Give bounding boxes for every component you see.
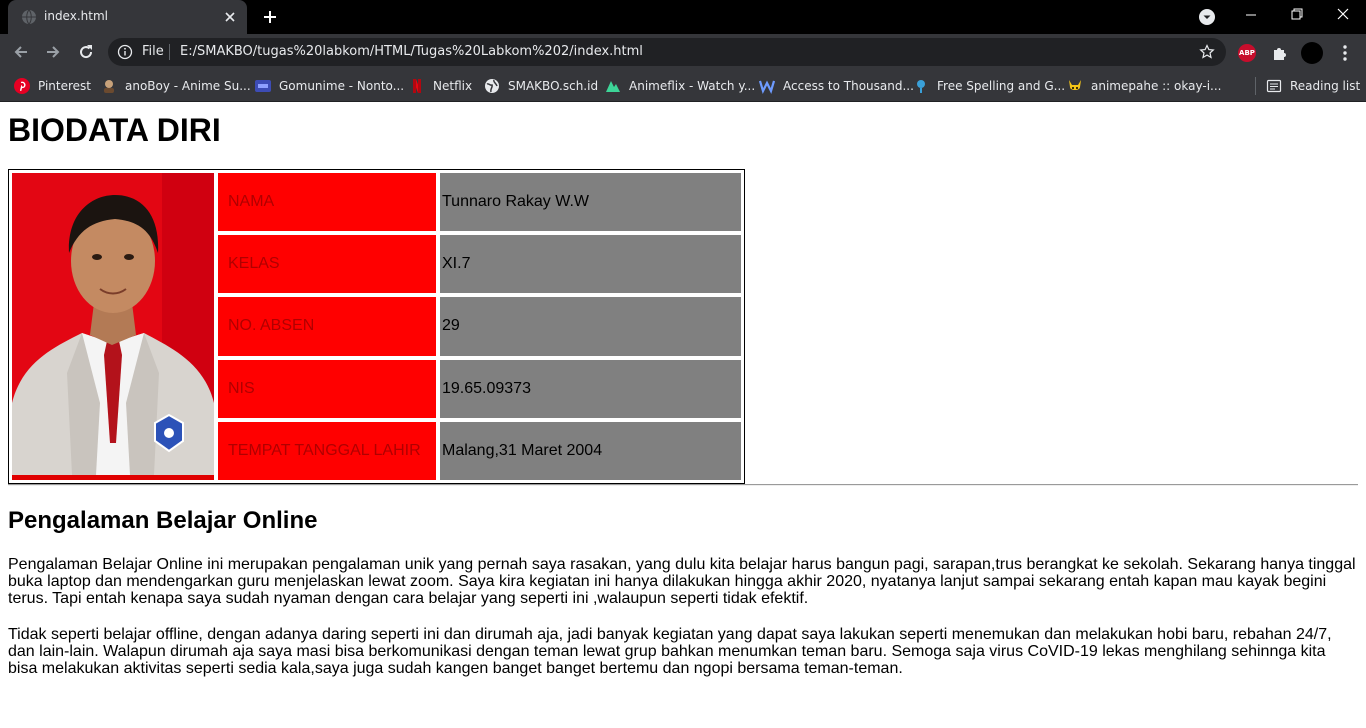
netflix-icon: [413, 79, 421, 93]
value-cell-ttl: Malang,31 Maret 2004: [439, 420, 742, 481]
w-icon: [759, 80, 775, 94]
bookmark-label: Animeflix - Watch y...: [629, 79, 756, 93]
biodata-table: NAMA Tunnaro Rakay W.W KELAS XI.7 NO. AB…: [8, 169, 745, 484]
page-content: BIODATA DIRI NAMA Tunnaro Rakay W.W KELA…: [0, 103, 1366, 728]
pinterest-icon: [14, 78, 30, 94]
tab-strip: index.html: [0, 0, 1366, 34]
gomunime-icon: [255, 80, 271, 92]
bookmark-label: Netflix: [433, 79, 473, 93]
label-cell-kelas: KELAS: [217, 234, 437, 295]
extensions-icon[interactable]: [1271, 44, 1289, 62]
globe-icon: [485, 79, 499, 93]
bookmark-label: anoBoy - Anime Su...: [125, 79, 251, 93]
new-tab-icon[interactable]: [262, 9, 278, 25]
bookmark-label: Access to Thousand...: [783, 79, 914, 93]
bookmark-label: animepahe :: okay-i...: [1091, 79, 1222, 93]
student-photo: [12, 173, 214, 475]
tab-search-icon[interactable]: [1199, 9, 1215, 25]
paragraph-2: Tidak seperti belajar offline, dengan ad…: [8, 626, 1332, 677]
browser-tab[interactable]: index.html: [8, 0, 247, 34]
value-cell-kelas: XI.7: [439, 234, 742, 295]
value-cell-nama: Tunnaro Rakay W.W: [439, 172, 742, 233]
bookmark-animepahe[interactable]: animepahe :: okay-i...: [1067, 76, 1221, 96]
address-bar[interactable]: File E:/SMAKBO/tugas%20labkom/HTML/Tugas…: [108, 38, 1226, 66]
bookmark-free-spelling[interactable]: Free Spelling and G...: [913, 76, 1065, 96]
bookmark-animeflix[interactable]: Animeflix - Watch y...: [605, 76, 755, 96]
browser-toolbar: File E:/SMAKBO/tugas%20labkom/HTML/Tugas…: [0, 34, 1366, 70]
back-icon[interactable]: [12, 43, 30, 61]
label-cell-no-absen: NO. ABSEN: [217, 296, 437, 357]
paragraph-1: Pengalaman Belajar Online ini merupakan …: [8, 556, 1356, 607]
bookmark-label: Free Spelling and G...: [937, 79, 1066, 93]
reading-list-label: Reading list: [1290, 79, 1361, 93]
label-cell-nis: NIS: [217, 358, 437, 419]
bookmark-anoboy[interactable]: anoBoy - Anime Su...: [101, 76, 251, 96]
bookmarks-separator: [1255, 77, 1256, 95]
bookmark-smakbo[interactable]: SMAKBO.sch.id: [484, 76, 598, 96]
horizontal-rule: [8, 484, 1358, 486]
pikachu-icon: [1069, 80, 1081, 90]
close-window-icon[interactable]: [1320, 0, 1366, 30]
profile-avatar[interactable]: [1301, 42, 1323, 64]
photo-cell: [11, 172, 215, 481]
adblock-extension-icon[interactable]: ABP: [1238, 44, 1256, 62]
bookmarks-bar: Pinterest anoBoy - Anime Su... Gomunime …: [0, 70, 1366, 102]
bookmark-label: Gomunime - Nonto...: [279, 79, 405, 93]
reload-icon[interactable]: [77, 43, 95, 61]
close-tab-icon[interactable]: [223, 10, 237, 24]
label-cell-nama: NAMA: [217, 172, 437, 233]
bookmark-label: SMAKBO.sch.id: [508, 79, 599, 93]
forward-icon[interactable]: [44, 43, 62, 61]
section-title: Pengalaman Belajar Online: [8, 507, 318, 534]
bookmark-gomunime[interactable]: Gomunime - Nonto...: [255, 76, 404, 96]
page-title: BIODATA DIRI: [8, 112, 221, 148]
bookmark-access[interactable]: Access to Thousand...: [759, 76, 914, 96]
value-cell-nis: 19.65.09373: [439, 358, 742, 419]
reading-list-button[interactable]: Reading list: [1266, 76, 1360, 96]
bookmark-pinterest[interactable]: Pinterest: [14, 76, 91, 96]
table-row: NAMA Tunnaro Rakay W.W: [11, 172, 742, 481]
url-text[interactable]: E:/SMAKBO/tugas%20labkom/HTML/Tugas%20La…: [180, 44, 643, 59]
address-separator: [169, 44, 170, 60]
bookmark-label: Pinterest: [38, 79, 92, 93]
anoboy-icon: [104, 80, 114, 93]
tab-title: index.html: [44, 9, 108, 23]
reading-list-icon: [1266, 79, 1282, 93]
bookmark-star-icon[interactable]: [1199, 44, 1215, 60]
globe-icon: [22, 9, 36, 25]
label-cell-ttl: TEMPAT TANGGAL LAHIR: [217, 420, 437, 481]
minimize-icon[interactable]: [1228, 0, 1274, 30]
bookmark-netflix[interactable]: Netflix: [409, 76, 472, 96]
address-scheme-label: File: [142, 44, 164, 59]
info-icon[interactable]: [117, 44, 133, 60]
value-cell-no-absen: 29: [439, 296, 742, 357]
pin-icon: [917, 80, 925, 93]
restore-icon[interactable]: [1274, 0, 1320, 30]
more-menu-icon[interactable]: [1337, 44, 1353, 62]
animeflix-icon: [606, 81, 620, 92]
